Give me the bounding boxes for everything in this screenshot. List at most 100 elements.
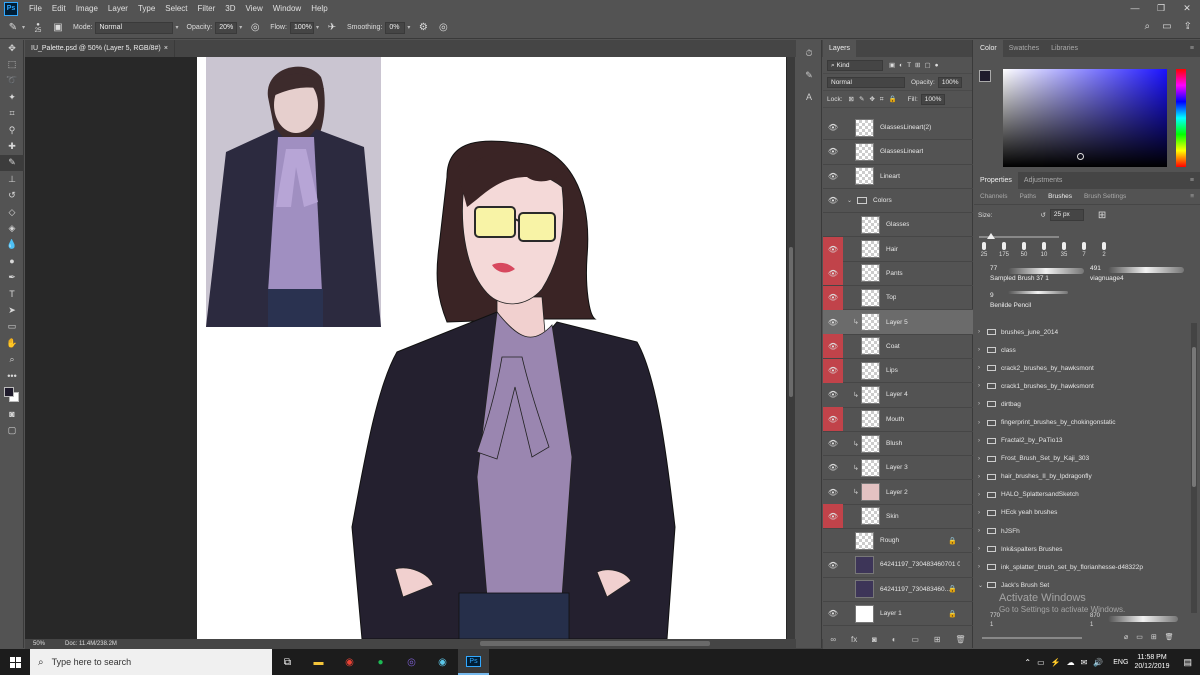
chevron-right-icon[interactable]: › bbox=[978, 474, 987, 480]
brush-tool-icon[interactable]: ✎ bbox=[0, 154, 24, 172]
adjustment-layer-icon[interactable]: ◐ bbox=[892, 635, 897, 644]
brush-folder[interactable]: › ink_splatter_brush_set_by_florianhesse-… bbox=[974, 558, 1190, 576]
task-view-icon[interactable]: ⧉ bbox=[272, 649, 303, 675]
menu-filter[interactable]: Filter bbox=[193, 4, 221, 13]
visibility-eye-icon[interactable]: 👁 bbox=[823, 164, 843, 188]
visibility-eye-icon[interactable]: 👁 bbox=[823, 432, 843, 456]
visibility-eye-icon[interactable]: 👁 bbox=[823, 407, 843, 432]
brush-folder[interactable]: › hJSFh bbox=[974, 522, 1190, 540]
layer-name[interactable]: Coat bbox=[886, 343, 900, 350]
brush-preset[interactable]: 10 bbox=[1034, 242, 1054, 264]
visibility-eye-icon[interactable]: 👁 bbox=[823, 480, 843, 504]
eraser-tool-icon[interactable]: ◇ bbox=[0, 204, 24, 220]
brush-stroke-preview[interactable] bbox=[1008, 268, 1084, 274]
visibility-eye-icon[interactable]: 👁 bbox=[823, 504, 843, 529]
brush-list-scrollbar[interactable] bbox=[1191, 323, 1197, 613]
more-tools-icon[interactable]: ••• bbox=[0, 368, 24, 384]
layer-name[interactable]: Skin bbox=[886, 513, 899, 520]
reset-size-icon[interactable]: ↺ bbox=[1040, 211, 1045, 219]
visibility-eye-icon[interactable]: 👁 bbox=[823, 602, 843, 626]
chevron-right-icon[interactable]: › bbox=[978, 510, 987, 516]
layer-row[interactable]: 👁 Rough 🔒 bbox=[823, 529, 973, 554]
brush-panel-footer-icons[interactable]: ⌀▭⊞🗑 bbox=[1124, 633, 1182, 641]
artboard[interactable] bbox=[197, 57, 786, 639]
healing-tool-icon[interactable]: ✚ bbox=[0, 138, 24, 154]
brush-stroke-preview[interactable] bbox=[1108, 267, 1184, 273]
layer-thumbnail[interactable] bbox=[861, 361, 880, 380]
layer-thumbnail[interactable] bbox=[855, 580, 874, 599]
chevron-right-icon[interactable]: › bbox=[978, 438, 987, 444]
chevron-down-icon[interactable]: ⌄ bbox=[847, 197, 857, 204]
chevron-right-icon[interactable]: › bbox=[978, 492, 987, 498]
brush-panel-toggle-icon[interactable]: ▣ bbox=[51, 21, 65, 35]
chevron-down-icon[interactable]: ▾ bbox=[316, 24, 319, 31]
layer-thumbnail[interactable] bbox=[861, 434, 880, 453]
brush-preset[interactable]: 50 bbox=[1014, 242, 1034, 264]
eyedropper-tool-icon[interactable]: ⚲ bbox=[0, 122, 24, 138]
search-icon[interactable]: ⌕ bbox=[1145, 21, 1151, 32]
tab-brushes[interactable]: Brushes bbox=[1042, 189, 1078, 204]
panel-menu-icon[interactable]: ≡ bbox=[1184, 189, 1200, 204]
layer-name[interactable]: Layer 3 bbox=[886, 464, 908, 471]
restore-icon[interactable]: ❐ bbox=[1148, 0, 1174, 17]
visibility-eye-icon[interactable]: 👁 bbox=[823, 529, 843, 553]
layer-row[interactable]: 👁 GlassesLineart(2) bbox=[823, 116, 973, 141]
tray-icons[interactable]: ⌃▭⚡☁✉🔊 bbox=[1024, 658, 1109, 667]
tab-paths[interactable]: Paths bbox=[1013, 189, 1042, 204]
chevron-down-icon[interactable]: ▾ bbox=[407, 24, 410, 31]
chevron-right-icon[interactable]: › bbox=[978, 420, 987, 426]
add-mask-icon[interactable]: ◙ bbox=[872, 635, 877, 644]
layer-thumbnail[interactable] bbox=[855, 604, 874, 623]
brush-folder[interactable]: › brushes_june_2014 bbox=[974, 323, 1190, 341]
layer-thumbnail[interactable] bbox=[861, 240, 880, 259]
tab-adjustments[interactable]: Adjustments bbox=[1018, 172, 1069, 189]
brush-tool-icon[interactable]: ✎ bbox=[6, 21, 20, 35]
layer-thumbnail[interactable] bbox=[861, 313, 880, 332]
menu-view[interactable]: View bbox=[241, 4, 268, 13]
layer-name[interactable]: GlassesLineart bbox=[880, 148, 923, 155]
move-tool-icon[interactable]: ✥ bbox=[0, 40, 24, 56]
language-indicator[interactable]: ENG bbox=[1113, 659, 1128, 666]
visibility-eye-icon[interactable]: 👁 bbox=[823, 189, 843, 213]
panel-menu-icon[interactable]: ≡ bbox=[1184, 172, 1200, 189]
brush-sample-name[interactable]: Sampled Brush 37 1 bbox=[990, 275, 1049, 282]
layer-thumbnail[interactable] bbox=[861, 507, 880, 526]
blur-tool-icon[interactable]: 💧 bbox=[0, 237, 24, 253]
layer-thumbnail[interactable] bbox=[861, 385, 880, 404]
visibility-eye-icon[interactable]: 👁 bbox=[823, 237, 843, 262]
path-select-tool-icon[interactable]: ➤ bbox=[0, 302, 24, 318]
layer-row[interactable]: 👁 Layer 1 🔒 bbox=[823, 602, 973, 626]
layer-name[interactable]: Mouth bbox=[886, 416, 904, 423]
layer-thumbnail[interactable] bbox=[861, 337, 880, 356]
layer-filter-select[interactable]: ⌕ Kind bbox=[827, 59, 883, 71]
layer-row[interactable]: 👁 ↳ Layer 5 bbox=[823, 310, 973, 335]
tab-libraries[interactable]: Libraries bbox=[1045, 40, 1084, 57]
layer-row[interactable]: 👁 ↳ Layer 4 bbox=[823, 383, 973, 408]
menu-type[interactable]: Type bbox=[133, 4, 160, 13]
chevron-down-icon[interactable]: ▾ bbox=[175, 24, 178, 31]
hand-tool-icon[interactable]: ✋ bbox=[0, 335, 24, 351]
history-icon[interactable]: ⏱ bbox=[796, 44, 822, 62]
menu-window[interactable]: Window bbox=[268, 4, 306, 13]
layer-row[interactable]: 👁 Coat bbox=[823, 334, 973, 359]
tab-brush-settings[interactable]: Brush Settings bbox=[1078, 189, 1132, 204]
smoothing-input[interactable]: 0% bbox=[385, 21, 406, 34]
share-icon[interactable]: ⇪ bbox=[1184, 21, 1192, 32]
paint-bucket-tool-icon[interactable]: ◈ bbox=[0, 220, 24, 236]
brush-folder[interactable]: › dirtbag bbox=[974, 395, 1190, 413]
gear-icon[interactable]: ⚙ bbox=[416, 21, 430, 35]
brush-folder[interactable]: › hair_brushes_II_by_lpdragonfly bbox=[974, 468, 1190, 486]
chevron-right-icon[interactable]: › bbox=[978, 564, 987, 570]
history-brush-tool-icon[interactable]: ↺ bbox=[0, 188, 24, 204]
taskbar-search[interactable]: ⌕ Type here to search bbox=[30, 649, 272, 675]
menu-3d[interactable]: 3D bbox=[220, 4, 240, 13]
tab-swatches[interactable]: Swatches bbox=[1003, 40, 1045, 57]
filter-type-icons[interactable]: ▣◐T⊞▢● bbox=[889, 61, 943, 69]
brush-preset[interactable]: 175 bbox=[994, 242, 1014, 264]
pen-tool-icon[interactable]: ✒ bbox=[0, 269, 24, 285]
layer-thumbnail[interactable] bbox=[861, 483, 880, 502]
layer-thumbnail[interactable] bbox=[861, 288, 880, 307]
pressure-size-icon[interactable]: ◎ bbox=[436, 21, 450, 35]
spotify-icon[interactable]: ● bbox=[365, 649, 396, 675]
menu-edit[interactable]: Edit bbox=[47, 4, 71, 13]
